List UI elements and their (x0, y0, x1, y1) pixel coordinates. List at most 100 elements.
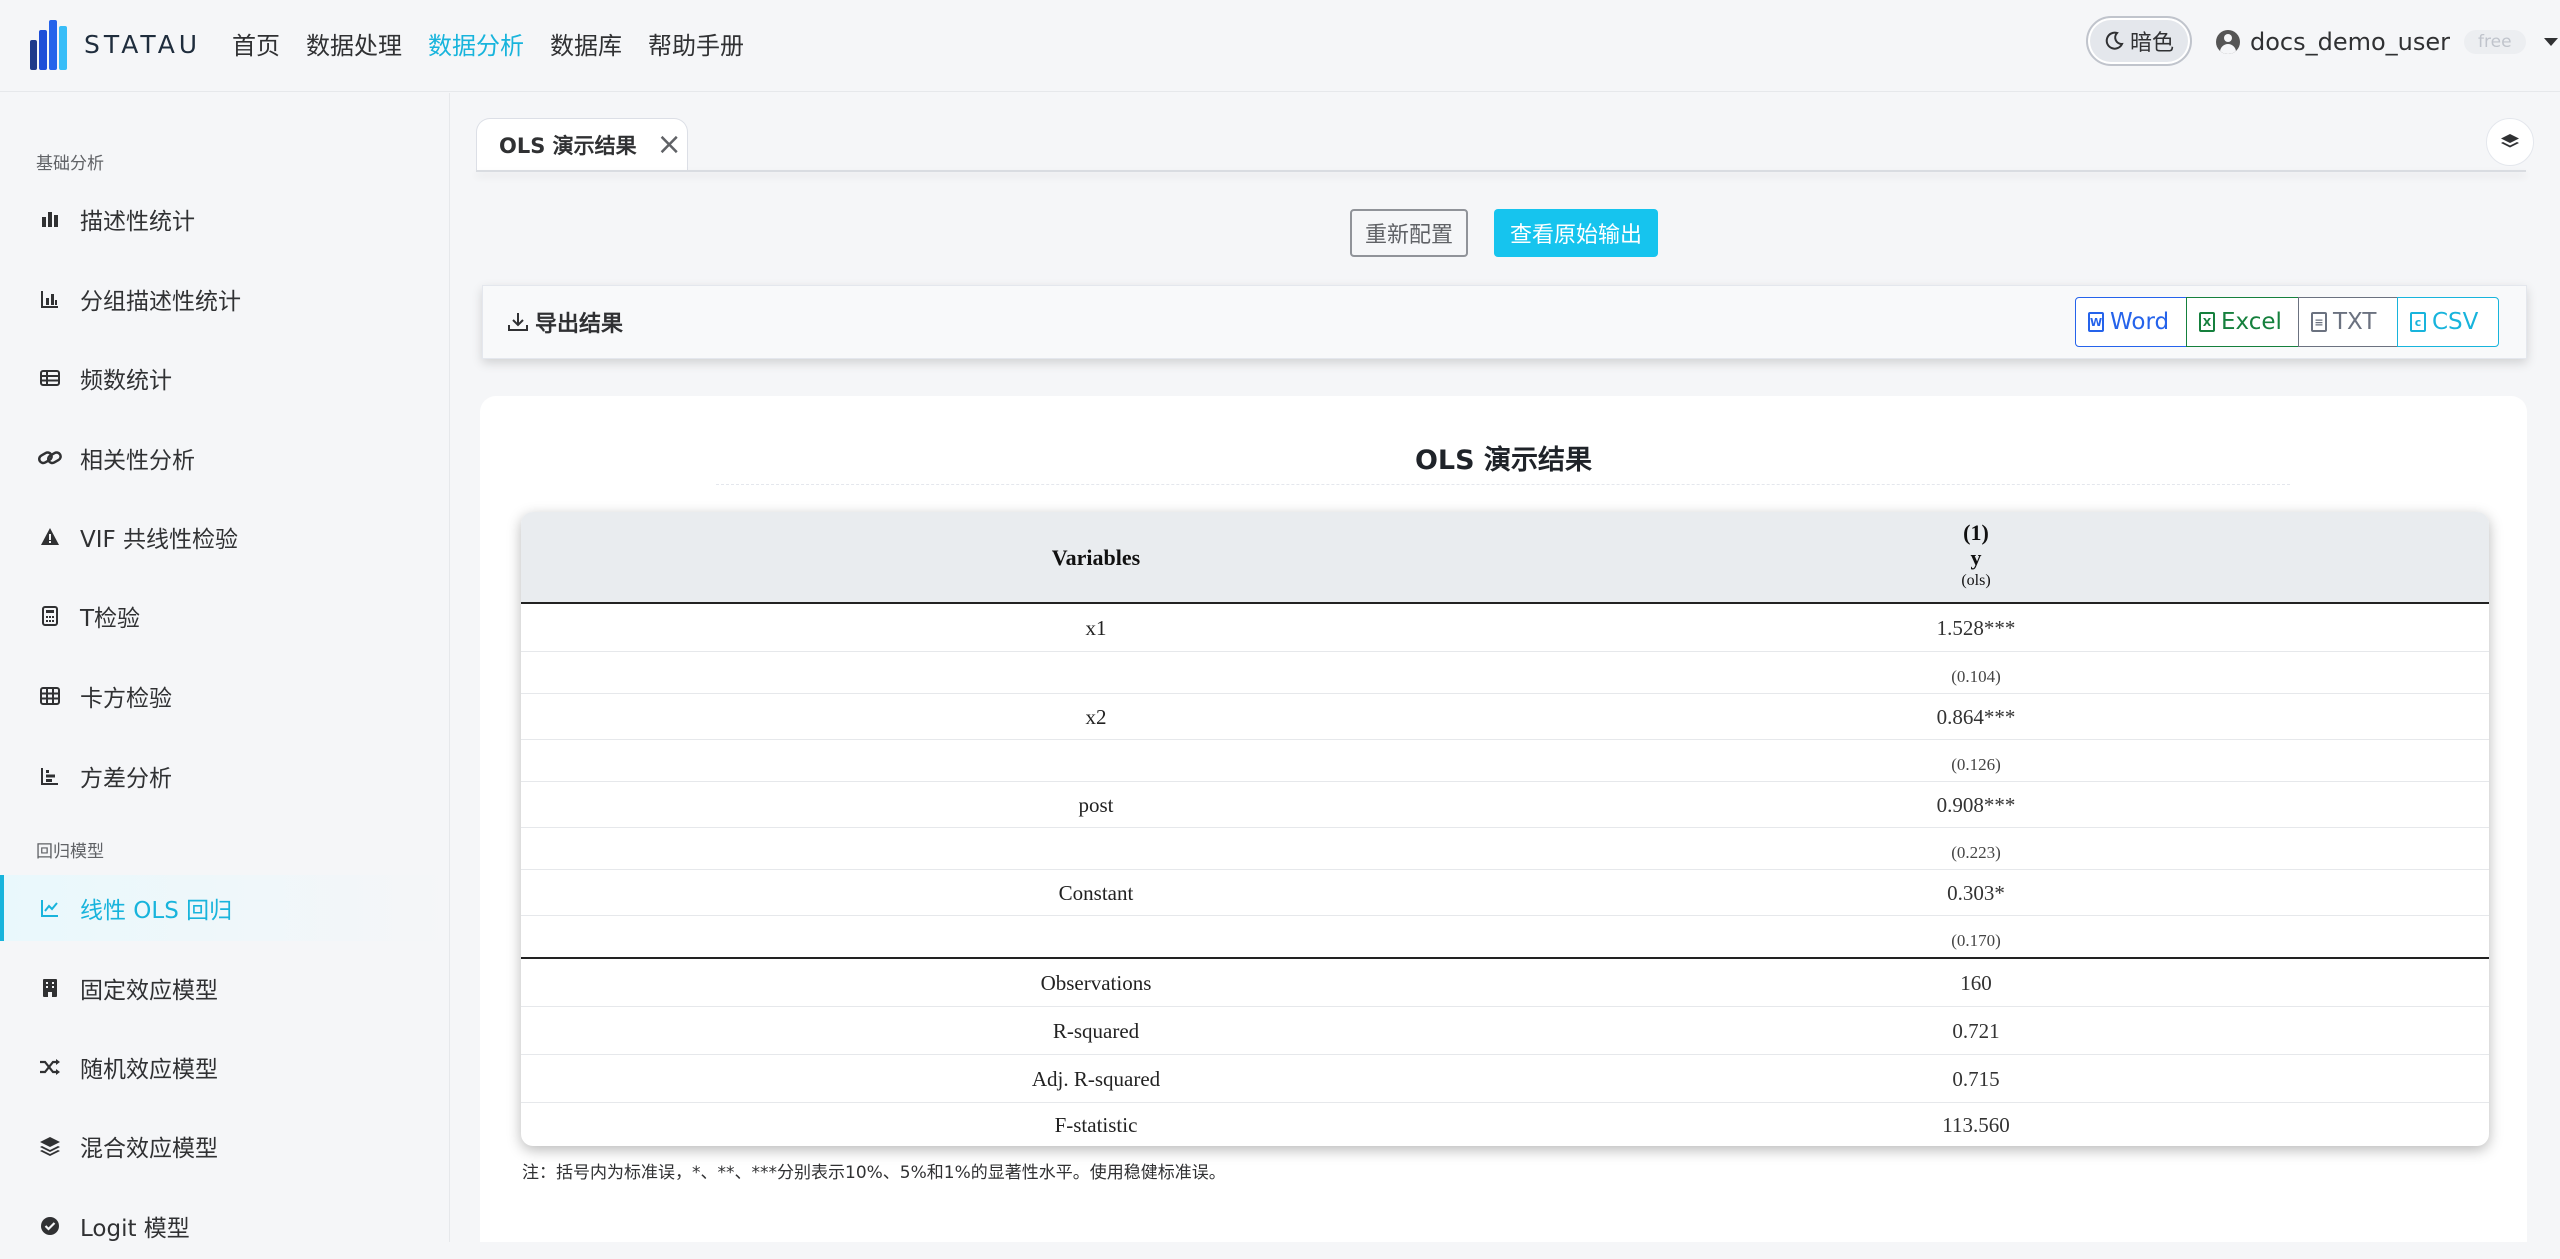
tab-bar: OLS 演示结果 × (476, 118, 2526, 170)
nav-help[interactable]: 帮助手册 (648, 26, 744, 61)
sidebar-item-label: 线性 OLS 回归 (80, 898, 233, 924)
check-circle-icon (38, 1214, 62, 1238)
view-raw-output-button[interactable]: 查看原始输出 (1494, 209, 1658, 257)
table-row-stat: Adj. R-squared 0.715 (521, 1056, 2489, 1103)
sidebar-item-group-descriptive[interactable]: 分组描述性统计 (0, 266, 449, 332)
tab-divider (476, 170, 2526, 172)
building-icon (38, 976, 62, 1000)
export-title-label: 导出结果 (535, 312, 624, 337)
user-icon (2216, 30, 2240, 54)
table-header: Variables (1) y (ols) (521, 512, 2489, 604)
table-list-icon (38, 366, 62, 390)
row-variable: post (1078, 792, 1114, 817)
row-coefficient: 0.908*** (1936, 792, 2016, 817)
regression-table: Variables (1) y (ols) x1 1.528*** (0.104… (521, 512, 2489, 1146)
export-word-button[interactable]: W Word (2075, 297, 2187, 347)
moon-icon (2105, 31, 2124, 50)
text-file-icon: ≡ (2311, 312, 2327, 332)
bar-chart-icon (38, 207, 62, 231)
tab-label: OLS 演示结果 (499, 133, 637, 158)
link-icon (38, 446, 62, 470)
table-row-stat: R-squared 0.721 (521, 1008, 2489, 1055)
sidebar-item-label: Logit 模型 (80, 1216, 190, 1242)
sidebar-item-label: 分组描述性统计 (80, 289, 241, 315)
export-button-group: W Word X Excel ≡ TXT c CSV (2075, 297, 2499, 347)
sidebar-item-ols[interactable]: 线性 OLS 回归 (0, 875, 449, 941)
header-model-type: (ols) (1961, 572, 1991, 589)
sidebar-item-mixed-effects[interactable]: 混合效应模型 (0, 1113, 449, 1179)
calculator-icon (38, 604, 62, 628)
sidebar-item-random-effects[interactable]: 随机效应模型 (0, 1034, 449, 1100)
table-row-se: (0.126) (521, 741, 2489, 782)
table-row: Constant 0.303* (521, 871, 2489, 916)
table-row-se: (0.104) (521, 653, 2489, 694)
stat-label: F-statistic (1054, 1112, 1138, 1137)
username: docs_demo_user (2250, 28, 2451, 56)
table-footnote: 注：括号内为标准误，*、**、***分别表示10%、5%和1%的显著性水平。使用… (522, 1163, 1226, 1183)
sidebar-item-ttest[interactable]: T检验 (0, 583, 449, 649)
sidebar-group-basic: 基础分析 (36, 154, 104, 174)
stat-value: 0.715 (1952, 1066, 2000, 1091)
table-row-se: (0.170) (521, 917, 2489, 959)
table-row: post 0.908*** (521, 783, 2489, 828)
sidebar-item-descriptive[interactable]: 描述性统计 (0, 186, 449, 252)
theme-label: 暗色 (2129, 31, 2174, 56)
result-title: OLS 演示结果 (1414, 445, 1592, 476)
title-divider (716, 484, 2290, 485)
table-row: x1 1.528*** (521, 606, 2489, 652)
header-variables: Variables (1051, 545, 1141, 570)
user-menu[interactable]: docs_demo_user free (2216, 28, 2558, 56)
sidebar-item-correlation[interactable]: 相关性分析 (0, 425, 449, 491)
tab-ols-result[interactable]: OLS 演示结果 × (476, 118, 688, 170)
sidebar-item-chisquare[interactable]: 卡方检验 (0, 663, 449, 729)
sidebar-item-anova[interactable]: 方差分析 (0, 743, 449, 809)
sidebar-item-label: T检验 (80, 606, 141, 632)
export-excel-button[interactable]: X Excel (2186, 297, 2299, 347)
download-icon (508, 313, 528, 331)
column-chart-icon (38, 287, 62, 311)
main-nav: 首页 数据处理 数据分析 数据库 帮助手册 (232, 26, 744, 61)
row-std-error: (0.126) (1951, 755, 2001, 774)
tabs-menu-button[interactable] (2486, 118, 2534, 166)
logo-text: STATAU (84, 29, 202, 59)
stat-value: 160 (1960, 971, 1992, 995)
sidebar-item-frequency[interactable]: 频数统计 (0, 345, 449, 411)
row-coefficient: 0.303* (1947, 880, 2005, 905)
export-csv-button[interactable]: c CSV (2397, 297, 2499, 347)
nav-data-processing[interactable]: 数据处理 (306, 26, 402, 61)
row-coefficient: 1.528*** (1936, 616, 2016, 640)
sidebar-item-logit[interactable]: Logit 模型 (0, 1193, 449, 1259)
row-coefficient: 0.864*** (1936, 704, 2016, 729)
logo[interactable]: STATAU (28, 18, 201, 70)
logo-icon (28, 18, 72, 70)
stat-value: 0.721 (1952, 1018, 2000, 1043)
table-row-stat: F-statistic 113.560 (521, 1104, 2489, 1146)
close-icon[interactable]: × (657, 129, 682, 160)
stat-label: R-squared (1052, 1018, 1140, 1043)
reconfigure-button[interactable]: 重新配置 (1350, 209, 1468, 257)
row-std-error: (0.170) (1951, 931, 2001, 950)
sidebar-group-regression: 回归模型 (36, 842, 104, 862)
nav-database[interactable]: 数据库 (550, 26, 622, 61)
shuffle-icon (38, 1055, 62, 1079)
sidebar: 基础分析 描述性统计 分组描述性统计 频数统计 相关性分析 VIF 共线性检验 … (0, 93, 450, 1242)
row-variable: x2 (1085, 704, 1107, 729)
nav-data-analysis[interactable]: 数据分析 (428, 26, 524, 61)
export-csv-label: CSV (2432, 309, 2479, 335)
stat-label: Observations (1040, 971, 1152, 995)
line-chart-icon (38, 896, 62, 920)
sidebar-item-vif[interactable]: VIF 共线性检验 (0, 504, 449, 570)
table-row-stat: Observations 160 (521, 961, 2489, 1007)
export-txt-button[interactable]: ≡ TXT (2298, 297, 2398, 347)
top-header: STATAU 首页 数据处理 数据分析 数据库 帮助手册 暗色 docs_dem… (0, 0, 2560, 92)
sidebar-item-label: 固定效应模型 (80, 978, 218, 1004)
layers-icon (38, 1134, 62, 1158)
sidebar-item-fixed-effects[interactable]: 固定效应模型 (0, 955, 449, 1021)
theme-toggle-button[interactable]: 暗色 (2086, 16, 2192, 66)
stat-value: 113.560 (1942, 1112, 2010, 1137)
nav-home[interactable]: 首页 (232, 26, 280, 61)
plan-badge: free (2464, 30, 2526, 54)
export-word-label: Word (2110, 309, 2170, 335)
table-row: x2 0.864*** (521, 695, 2489, 740)
warning-icon (38, 525, 62, 549)
